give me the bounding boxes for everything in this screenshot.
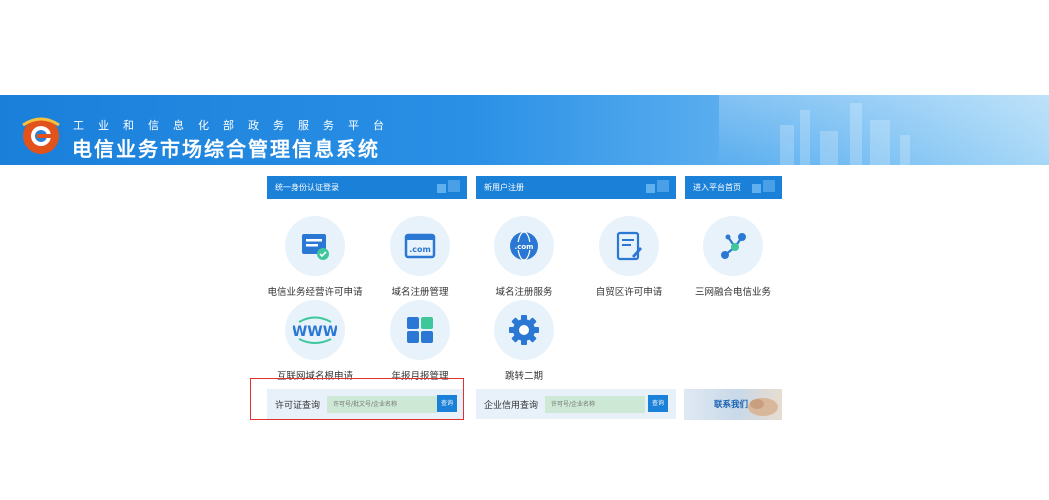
tab-platform-home[interactable]: 进入平台首页: [685, 176, 782, 199]
tab-label: 新用户注册: [484, 183, 524, 192]
gear-icon: [509, 315, 539, 345]
cube-decoration-icon: [752, 180, 775, 193]
service-label: 域名注册服务: [495, 287, 553, 298]
skyline-decoration: [900, 135, 910, 165]
tab-unified-login[interactable]: 统一身份认证登录: [267, 176, 467, 199]
skyline-decoration: [780, 125, 794, 165]
service-triple-play[interactable]: 三网融合电信业务: [677, 216, 789, 298]
service-label: 电信业务经营许可申请: [267, 287, 363, 298]
service-label: 域名注册管理: [391, 287, 449, 298]
cube-decoration-icon: [646, 180, 669, 193]
service-icon-circle: .com: [494, 216, 554, 276]
dotcom-globe-icon: .com: [510, 231, 538, 261]
tab-label: 进入平台首页: [693, 183, 741, 192]
dotcom-window-icon: .com: [404, 233, 436, 259]
service-jump-phase-two[interactable]: 跳转二期: [468, 300, 580, 382]
service-internet-root-domain[interactable]: WWW 互联网域名根申请: [259, 300, 371, 382]
highlight-box: [250, 378, 464, 420]
credit-query-input[interactable]: [545, 396, 645, 413]
skyline-decoration: [870, 120, 890, 165]
service-icon-circle: [599, 216, 659, 276]
service-icon-circle: WWW: [285, 300, 345, 360]
skyline-decoration: [820, 131, 838, 165]
service-label: 三网融合电信业务: [694, 287, 771, 298]
svg-text:WWW: WWW: [293, 324, 337, 340]
handshake-image-icon: [748, 398, 778, 416]
service-icon-circle: [703, 216, 763, 276]
header-subtitle: 工业和信息化部政务服务平台: [73, 119, 398, 132]
license-document-icon: [302, 234, 329, 260]
contact-us-banner[interactable]: 联系我们: [684, 389, 782, 420]
service-label: 自贸区许可申请: [595, 287, 663, 298]
service-domain-registration-mgmt[interactable]: .com 域名注册管理: [364, 216, 476, 298]
credit-query-label: 企业信用查询: [484, 401, 539, 411]
cube-decoration-icon: [437, 180, 460, 193]
svg-text:.com: .com: [515, 243, 534, 251]
service-icon-circle: .com: [390, 216, 450, 276]
service-annual-monthly-report[interactable]: 年报月报管理: [364, 300, 476, 382]
service-icon-circle: [390, 300, 450, 360]
www-icon: WWW: [293, 316, 337, 344]
service-icon-circle: [494, 300, 554, 360]
svg-text:.com: .com: [409, 245, 431, 254]
network-nodes-icon: [721, 233, 746, 259]
page-title: 电信业务市场综合管理信息系统: [72, 137, 380, 161]
service-telecom-license[interactable]: 电信业务经营许可申请: [259, 216, 371, 298]
skyline-decoration: [800, 110, 810, 165]
form-edit-icon: [616, 231, 642, 261]
service-ftz-license[interactable]: 自贸区许可申请: [573, 216, 685, 298]
grid-blocks-icon: [407, 317, 433, 343]
ministry-logo-icon: [22, 117, 60, 154]
tab-label: 统一身份认证登录: [275, 183, 339, 192]
service-icon-circle: [285, 216, 345, 276]
service-label: 跳转二期: [504, 371, 543, 382]
tab-new-user-register[interactable]: 新用户注册: [476, 176, 676, 199]
credit-query-panel: 企业信用查询 查询: [476, 389, 676, 419]
skyline-decoration: [850, 103, 862, 165]
service-domain-registration[interactable]: .com 域名注册服务: [468, 216, 580, 298]
contact-us-label: 联系我们: [714, 400, 749, 410]
credit-query-button[interactable]: 查询: [648, 395, 668, 412]
header-banner: 工业和信息化部政务服务平台 电信业务市场综合管理信息系统: [0, 95, 1049, 165]
